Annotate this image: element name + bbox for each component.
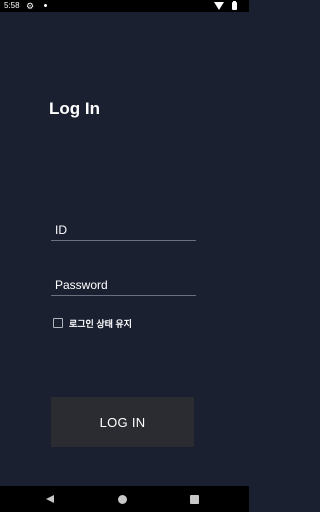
back-icon[interactable] [46,495,54,503]
app-bar [0,12,249,28]
status-bar: 5:58 ⚙ [0,0,249,12]
login-button[interactable]: LOG IN [51,397,194,447]
home-icon[interactable] [118,495,127,504]
remember-me-checkbox[interactable] [53,318,63,328]
notification-dot-icon [44,4,47,7]
login-screen: 5:58 ⚙ Log In 로그인 상태 유지 LOG IN [0,0,249,512]
wifi-icon [214,2,224,10]
id-input[interactable] [51,219,196,241]
battery-icon [232,1,237,10]
page-title: Log In [49,99,100,118]
gear-icon: ⚙ [26,1,35,11]
navigation-bar [0,486,249,512]
password-input[interactable] [51,274,196,296]
recents-icon[interactable] [190,495,199,504]
remember-me-toggle[interactable]: 로그인 상태 유지 [53,317,132,329]
remember-me-label: 로그인 상태 유지 [69,318,132,329]
status-time: 5:58 [4,1,20,10]
